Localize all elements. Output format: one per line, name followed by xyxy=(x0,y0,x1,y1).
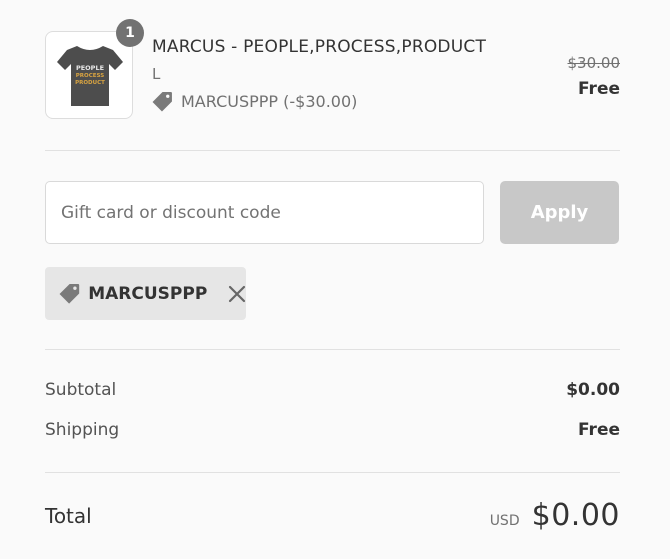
product-variant: L xyxy=(152,65,161,83)
applied-discount-line: MARCUSPPP (-$30.00) xyxy=(152,91,357,112)
discount-code-input[interactable] xyxy=(45,181,484,244)
subtotal-label: Subtotal xyxy=(45,380,117,400)
subtotal-value: $0.00 xyxy=(566,380,620,400)
shipping-value: Free xyxy=(578,420,620,440)
applied-code-label: MARCUSPPP xyxy=(88,283,208,304)
tag-icon xyxy=(152,92,172,112)
thumb-text-2: PROCESS xyxy=(76,73,104,79)
applied-discount-chip: MARCUSPPP xyxy=(45,267,246,320)
cart-line-item: PEOPLE PROCESS PRODUCT 1 MARCUS - PEOPLE… xyxy=(45,19,621,121)
final-price: Free xyxy=(578,79,620,99)
tshirt-image: PEOPLE PROCESS PRODUCT xyxy=(57,46,123,106)
close-icon xyxy=(228,285,245,302)
quantity-badge: 1 xyxy=(116,19,144,47)
remove-discount-button[interactable] xyxy=(227,283,246,305)
total-row: Total USD $0.00 xyxy=(45,498,620,533)
original-price: $30.00 xyxy=(567,54,621,72)
thumb-text-3: PRODUCT xyxy=(75,80,105,86)
currency-code: USD xyxy=(489,513,520,529)
divider xyxy=(45,472,620,473)
divider xyxy=(45,150,620,151)
total-amount-group: USD $0.00 xyxy=(490,498,620,533)
product-thumbnail: PEOPLE PROCESS PRODUCT xyxy=(45,31,133,119)
shipping-label: Shipping xyxy=(45,420,120,440)
subtotal-row: Subtotal $0.00 xyxy=(45,380,620,400)
discount-line-text: MARCUSPPP (-$30.00) xyxy=(181,92,358,111)
thumb-text-1: PEOPLE xyxy=(76,64,104,72)
tag-icon xyxy=(59,283,80,304)
total-label: Total xyxy=(45,503,92,528)
total-value: $0.00 xyxy=(531,498,620,533)
shipping-row: Shipping Free xyxy=(45,420,620,440)
divider xyxy=(45,349,620,350)
product-name: MARCUS - PEOPLE,PROCESS,PRODUCT xyxy=(152,37,487,57)
apply-button[interactable]: Apply xyxy=(500,181,619,244)
